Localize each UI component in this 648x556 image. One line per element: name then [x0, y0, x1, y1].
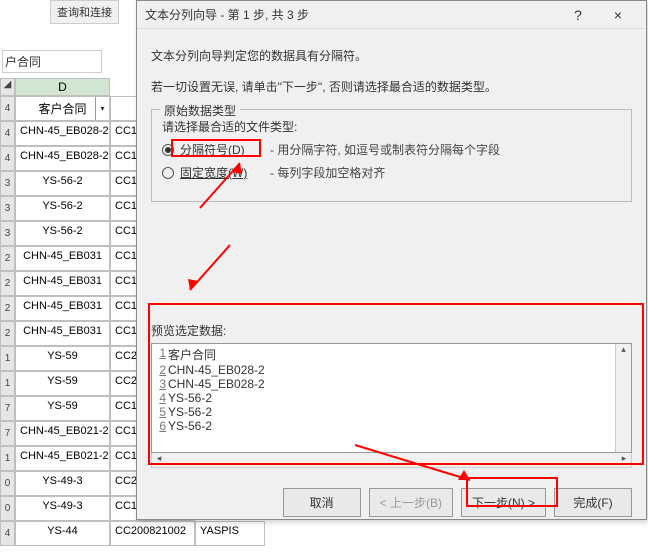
dialog-titlebar: 文本分列向导 - 第 1 步, 共 3 步 ? ×	[137, 1, 646, 29]
table-cell[interactable]: CHN-45_EB028-2	[15, 146, 110, 171]
table-cell[interactable]: CHN-45_EB031	[15, 246, 110, 271]
preview-line-text: YS-56-2	[168, 405, 212, 419]
row-label[interactable]: 2	[0, 321, 15, 346]
table-cell[interactable]: YS-49-3	[15, 496, 110, 521]
option-fixed-label: 固定宽度(W)	[180, 164, 270, 181]
preview-line-text: YS-56-2	[168, 419, 212, 433]
preview-line-number: 1	[154, 346, 166, 363]
filter-dropdown-icon[interactable]: ▾	[95, 97, 109, 120]
table-cell[interactable]: YS-44	[15, 521, 110, 546]
table-cell[interactable]: YS-49-3	[15, 471, 110, 496]
preview-line-number: 2	[154, 363, 166, 377]
fieldset-legend: 原始数据类型	[160, 102, 240, 119]
table-cell[interactable]: YS-59	[15, 396, 110, 421]
preview-line-text: 客户合同	[168, 346, 216, 363]
table-cell[interactable]: YS-59	[15, 371, 110, 396]
name-box[interactable]: 户合同	[2, 50, 102, 73]
option-delimited-label: 分隔符号(D)	[180, 141, 270, 158]
cancel-button[interactable]: 取消	[283, 488, 361, 517]
row-label[interactable]: 4	[0, 146, 15, 171]
ribbon-group-label: 查询和连接	[50, 0, 119, 24]
row-label[interactable]: 2	[0, 296, 15, 321]
option-fixed-width[interactable]: 固定宽度(W) - 每列字段加空格对齐	[162, 164, 621, 181]
text-to-columns-wizard-dialog: 文本分列向导 - 第 1 步, 共 3 步 ? × 文本分列向导判定您的数据具有…	[136, 0, 647, 520]
select-all-corner[interactable]: ◢	[0, 78, 15, 96]
option-fixed-desc: - 每列字段加空格对齐	[270, 164, 385, 181]
row-label[interactable]: 4	[0, 96, 15, 121]
finish-button[interactable]: 完成(F)	[554, 488, 632, 517]
table-cell[interactable]: YS-56-2	[15, 221, 110, 246]
data-type-fieldset: 原始数据类型 请选择最合适的文件类型: 分隔符号(D) - 用分隔字符, 如逗号…	[151, 109, 632, 202]
back-button[interactable]: < 上一步(B)	[369, 488, 453, 517]
table-cell[interactable]: YS-56-2	[15, 171, 110, 196]
row-label[interactable]: 3	[0, 196, 15, 221]
scroll-right-icon[interactable]: ▸	[617, 453, 631, 467]
row-label[interactable]: 2	[0, 246, 15, 271]
table-cell[interactable]: CHN-45_EB021-2	[15, 446, 110, 471]
row-label[interactable]: 7	[0, 396, 15, 421]
row-label[interactable]: 1	[0, 346, 15, 371]
row-label[interactable]: 1	[0, 371, 15, 396]
table-cell[interactable]: CHN-45_EB031	[15, 321, 110, 346]
row-label[interactable]: 3	[0, 221, 15, 246]
preview-label: 预览选定数据:	[151, 322, 632, 339]
row-label[interactable]: 1	[0, 446, 15, 471]
preview-line-number: 6	[154, 419, 166, 433]
option-delimited[interactable]: 分隔符号(D) - 用分隔字符, 如逗号或制表符分隔每个字段	[162, 141, 621, 158]
row-label[interactable]: 3	[0, 171, 15, 196]
row-label[interactable]: 0	[0, 471, 15, 496]
vertical-scrollbar[interactable]: ▴	[615, 344, 631, 452]
table-cell[interactable]: YS-59	[15, 346, 110, 371]
table-cell[interactable]: CHN-45_EB028-2	[15, 121, 110, 146]
row-label[interactable]: 4	[0, 521, 15, 546]
preview-line-text: YS-56-2	[168, 391, 212, 405]
preview-line-number: 4	[154, 391, 166, 405]
table-cell[interactable]: CHN-45_EB031	[15, 271, 110, 296]
column-header-D[interactable]: D	[15, 78, 110, 96]
scroll-left-icon[interactable]: ◂	[152, 453, 166, 467]
option-delimited-desc: - 用分隔字符, 如逗号或制表符分隔每个字段	[270, 141, 500, 158]
close-button[interactable]: ×	[598, 1, 638, 29]
preview-line-number: 5	[154, 405, 166, 419]
help-button[interactable]: ?	[558, 1, 598, 29]
preview-line-number: 3	[154, 377, 166, 391]
dialog-title: 文本分列向导 - 第 1 步, 共 3 步	[145, 6, 558, 23]
preview-line-text: CHN-45_EB028-2	[168, 363, 265, 377]
prompt-text: 请选择最合适的文件类型:	[162, 118, 621, 135]
header-cell-contract[interactable]: 客户合同▾	[15, 96, 110, 121]
row-label[interactable]: 2	[0, 271, 15, 296]
preview-line-text: CHN-45_EB028-2	[168, 377, 265, 391]
intro-text-1: 文本分列向导判定您的数据具有分隔符。	[151, 47, 632, 64]
radio-icon[interactable]	[162, 144, 174, 156]
row-label[interactable]: 0	[0, 496, 15, 521]
table-cell[interactable]: CHN-45_EB031	[15, 296, 110, 321]
intro-text-2: 若一切设置无误, 请单击"下一步", 否则请选择最合适的数据类型。	[151, 78, 632, 95]
preview-box: 1客户合同2CHN-45_EB028-23CHN-45_EB028-24YS-5…	[151, 343, 632, 453]
scroll-up-icon[interactable]: ▴	[616, 344, 631, 358]
radio-icon[interactable]	[162, 167, 174, 179]
row-label[interactable]: 4	[0, 121, 15, 146]
row-label[interactable]: 7	[0, 421, 15, 446]
table-cell[interactable]: YS-56-2	[15, 196, 110, 221]
next-button[interactable]: 下一步(N) >	[461, 488, 546, 517]
table-cell[interactable]: CHN-45_EB021-2	[15, 421, 110, 446]
horizontal-scrollbar[interactable]: ◂ ▸	[151, 452, 632, 468]
